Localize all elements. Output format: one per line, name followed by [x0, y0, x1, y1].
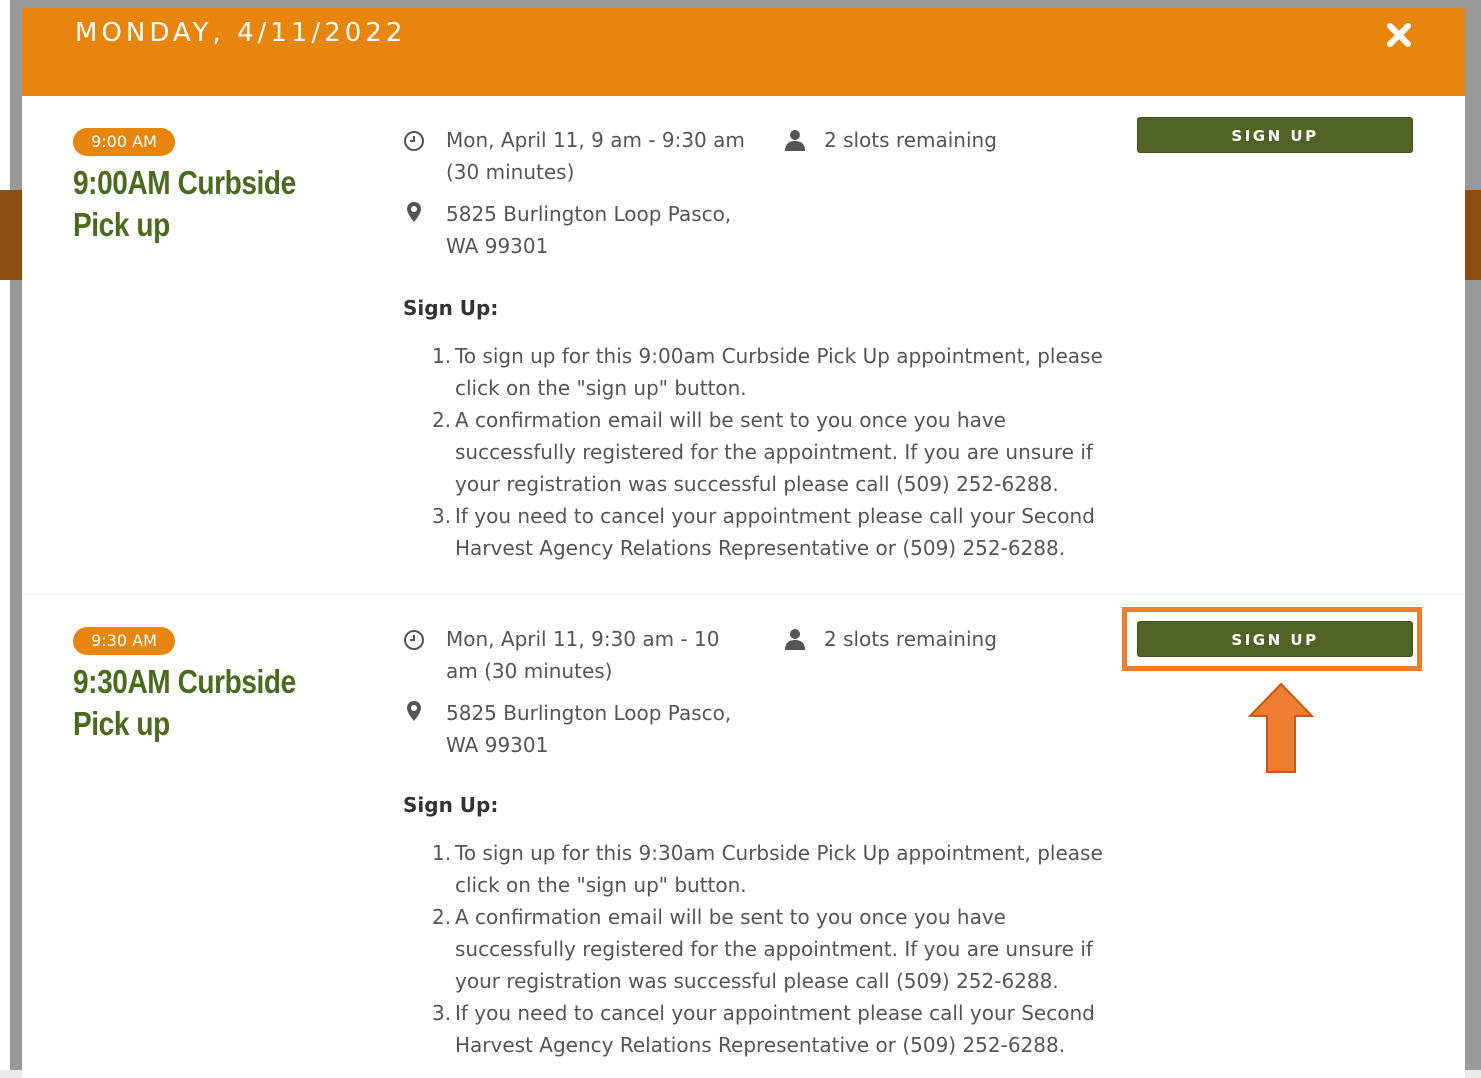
slot-title: 9:00AM Curbside Pick up	[73, 164, 296, 243]
slot-location: 5825 Burlington Loop Pasco, WA 99301	[446, 202, 732, 258]
backdrop-edge	[0, 0, 10, 1070]
sign-up-button-930[interactable]: SIGN UP	[1137, 621, 1413, 657]
list-item: 1. To sign up for this 9:30am Curbside Pi…	[432, 841, 1103, 897]
clock-icon	[402, 628, 426, 652]
slot-title: 9:30AM Curbside Pick up	[73, 663, 296, 742]
slots-remaining: 2 slots remaining	[824, 128, 997, 152]
backdrop-band-left	[0, 190, 22, 280]
time-slot-900: 9:00 AM 9:00AM Curbside Pick up Mon, Apr…	[22, 96, 1465, 594]
signup-steps: 1. To sign up for this 9:00am Curbside Pi…	[432, 340, 1132, 564]
slot-date-time: Mon, April 11, 9 am - 9:30 am (30 minute…	[446, 128, 745, 184]
modal-header: MONDAY, 4/11/2022	[22, 8, 1465, 96]
list-item: 2. A confirmation email will be sent to y…	[432, 905, 1093, 993]
list-item: 2. A confirmation email will be sent to y…	[432, 408, 1093, 496]
sign-up-button-900[interactable]: SIGN UP	[1137, 117, 1413, 153]
event-signup-modal: MONDAY, 4/11/2022 9:00 AM 9:00AM Curbsid…	[22, 8, 1465, 1078]
slot-date-time: Mon, April 11, 9:30 am - 10 am (30 minut…	[446, 627, 720, 683]
modal-title: MONDAY, 4/11/2022	[75, 18, 407, 48]
map-pin-icon	[402, 200, 426, 224]
person-icon	[783, 627, 807, 651]
backdrop-band-right	[1465, 190, 1481, 280]
list-item: 3. If you need to cancel your appointment…	[432, 504, 1095, 560]
list-item: 3. If you need to cancel your appointment…	[432, 1001, 1095, 1057]
time-badge: 9:30 AM	[73, 627, 175, 655]
clock-icon	[402, 129, 426, 153]
time-badge: 9:00 AM	[73, 128, 175, 156]
person-icon	[783, 128, 807, 152]
slot-location: 5825 Burlington Loop Pasco, WA 99301	[446, 701, 732, 757]
map-pin-icon	[402, 699, 426, 723]
signup-steps: 1. To sign up for this 9:30am Curbside Pi…	[432, 837, 1132, 1061]
slots-remaining: 2 slots remaining	[824, 627, 997, 651]
arrow-up-icon	[1247, 682, 1315, 774]
signup-heading: Sign Up:	[403, 793, 499, 817]
list-item: 1. To sign up for this 9:00am Curbside Pi…	[432, 344, 1103, 400]
signup-heading: Sign Up:	[403, 296, 499, 320]
time-slot-930: 9:30 AM 9:30AM Curbside Pick up Mon, Apr…	[22, 594, 1465, 1078]
close-icon[interactable]	[1384, 20, 1414, 50]
